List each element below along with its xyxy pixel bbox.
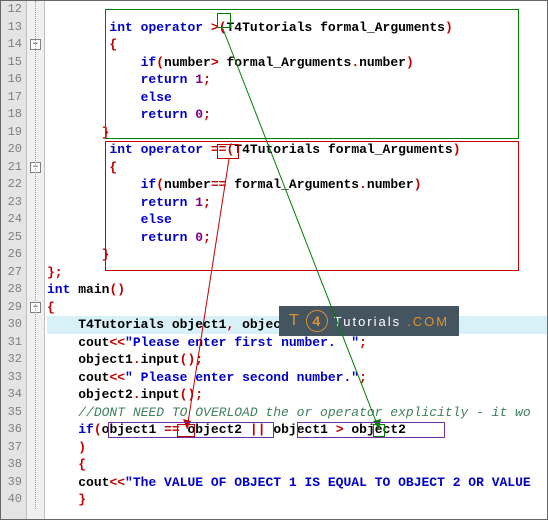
line-number: 28 (1, 281, 26, 299)
line-number: 17 (1, 89, 26, 107)
code-line[interactable]: { (47, 36, 547, 54)
line-number: 39 (1, 474, 26, 492)
line-number: 14 (1, 36, 26, 54)
line-number: 26 (1, 246, 26, 264)
code-line[interactable]: return 0; (47, 106, 547, 124)
code-line[interactable]: cout<<" Please enter second number."; (47, 369, 547, 387)
line-number: 30 (1, 316, 26, 334)
code-line[interactable]: } (47, 246, 547, 264)
line-number: 22 (1, 176, 26, 194)
line-number: 34 (1, 386, 26, 404)
line-number: 38 (1, 456, 26, 474)
code-line[interactable]: object2.input(); (47, 386, 547, 404)
code-line[interactable]: return 1; (47, 71, 547, 89)
code-line[interactable]: int operator ==(T4Tutorials formal_Argum… (47, 141, 547, 159)
code-line[interactable]: return 1; (47, 194, 547, 212)
line-number: 32 (1, 351, 26, 369)
line-number: 15 (1, 54, 26, 72)
line-number: 29 (1, 299, 26, 317)
code-line[interactable]: else (47, 89, 547, 107)
code-line[interactable]: int main() (47, 281, 547, 299)
line-number: 33 (1, 369, 26, 387)
code-line[interactable]: { (47, 299, 547, 317)
code-line[interactable]: { (47, 456, 547, 474)
code-line[interactable]: }; (47, 264, 547, 282)
code-area[interactable]: int operator >(T4Tutorials formal_Argume… (45, 1, 547, 519)
code-line[interactable]: //DONT NEED TO OVERLOAD the or operator … (47, 404, 547, 422)
code-editor: 1213141516171819202122232425262728293031… (1, 1, 547, 519)
code-line[interactable]: cout<<"Please enter first number. "; (47, 334, 547, 352)
code-line[interactable]: ) (47, 439, 547, 457)
line-number: 18 (1, 106, 26, 124)
code-line[interactable]: object1.input(); (47, 351, 547, 369)
code-line[interactable]: int operator >(T4Tutorials formal_Argume… (47, 19, 547, 37)
code-line[interactable]: if(object1 == object2 || object1 > objec… (47, 421, 547, 439)
line-number: 35 (1, 404, 26, 422)
line-number: 25 (1, 229, 26, 247)
code-line[interactable]: if(number== formal_Arguments.number) (47, 176, 547, 194)
code-line[interactable]: { (47, 159, 547, 177)
code-line[interactable]: return 0; (47, 229, 547, 247)
code-line[interactable]: else (47, 211, 547, 229)
line-number: 12 (1, 1, 26, 19)
line-number: 24 (1, 211, 26, 229)
line-number: 40 (1, 491, 26, 509)
code-line[interactable]: T4Tutorials object1, object2; (47, 316, 547, 334)
code-line[interactable]: } (47, 491, 547, 509)
code-line[interactable] (47, 1, 547, 19)
code-line[interactable]: if(number> formal_Arguments.number) (47, 54, 547, 72)
line-number: 27 (1, 264, 26, 282)
line-number: 20 (1, 141, 26, 159)
line-number: 13 (1, 19, 26, 37)
line-number: 23 (1, 194, 26, 212)
line-number: 21 (1, 159, 26, 177)
line-number: 19 (1, 124, 26, 142)
line-number: 16 (1, 71, 26, 89)
fold-column[interactable]: −−− (27, 1, 45, 519)
line-number: 37 (1, 439, 26, 457)
code-line[interactable]: } (47, 124, 547, 142)
line-number-gutter: 1213141516171819202122232425262728293031… (1, 1, 27, 519)
line-number: 31 (1, 334, 26, 352)
code-line[interactable]: cout<<"The VALUE OF OBJECT 1 IS EQUAL TO… (47, 474, 547, 492)
line-number: 36 (1, 421, 26, 439)
